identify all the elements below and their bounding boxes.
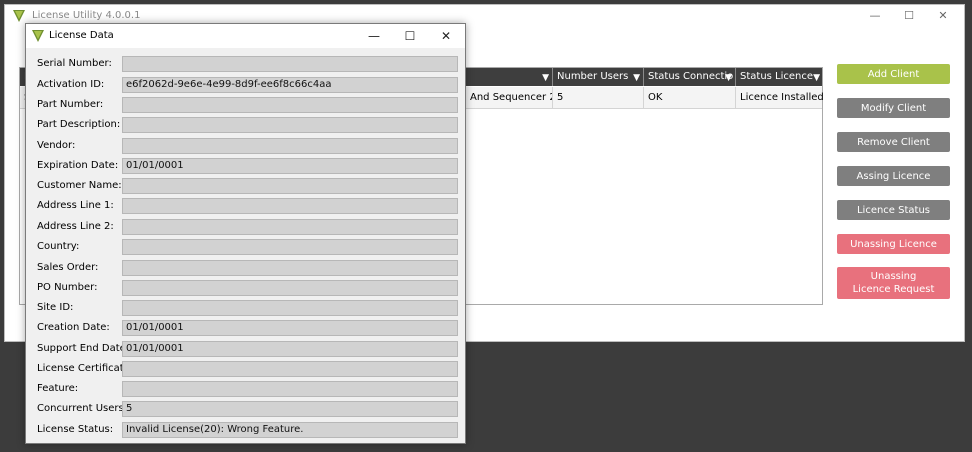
field-license-certificate[interactable] [122, 361, 458, 377]
maximize-icon: ☐ [404, 29, 416, 43]
field-customer-name[interactable] [122, 178, 458, 194]
field-concurrent-users[interactable]: 5 [122, 401, 458, 417]
row-cell-users: 5 [552, 87, 643, 108]
field-expiration-date[interactable]: 01/01/0001 [122, 158, 458, 174]
close-icon: ✕ [938, 8, 948, 22]
row-cell-licence: Licence Installed [735, 87, 823, 108]
minimize-button[interactable]: — [858, 5, 892, 25]
label-license-status: License Status: [37, 424, 114, 435]
unassign-licence-button[interactable]: Unassing Licence [837, 234, 950, 254]
window-title: License Utility 4.0.0.1 [32, 10, 141, 21]
label-serial-number: Serial Number: [37, 58, 112, 69]
field-po-number[interactable] [122, 280, 458, 296]
maximize-icon: ☐ [904, 8, 914, 22]
dialog-minimize-button[interactable]: — [356, 24, 392, 48]
remove-client-button[interactable]: Remove Client [837, 132, 950, 152]
field-address-line-1[interactable] [122, 198, 458, 214]
column-header-status-licence[interactable]: Status Licence ▼ [735, 68, 823, 86]
dialog-title: License Data [49, 30, 114, 41]
dialog-maximize-button[interactable]: ☐ [392, 24, 428, 48]
filter-icon[interactable]: ▼ [633, 69, 640, 86]
assign-licence-button[interactable]: Assing Licence [837, 166, 950, 186]
label-license-certificate: License Certificate: [37, 363, 134, 374]
close-button[interactable]: ✕ [926, 5, 960, 25]
field-feature[interactable] [122, 381, 458, 397]
field-vendor[interactable] [122, 138, 458, 154]
label-feature: Feature: [37, 383, 79, 394]
label-part-description: Part Description: [37, 119, 121, 130]
unassign-licence-request-button[interactable]: Unassing Licence Request [837, 267, 950, 299]
license-data-dialog: License Data — ☐ ✕ Serial Number: Activa… [25, 23, 466, 444]
label-support-end-date: Support End Date: [37, 343, 130, 354]
app-logo-icon [32, 30, 44, 42]
field-sales-order[interactable] [122, 260, 458, 276]
licence-status-button[interactable]: Licence Status [837, 200, 950, 220]
app-logo-icon [13, 10, 25, 22]
minimize-icon: — [368, 29, 380, 43]
row-cell-product: And Sequencer 20 [470, 92, 552, 103]
maximize-button[interactable]: ☐ [892, 5, 926, 25]
label-sales-order: Sales Order: [37, 262, 99, 273]
label-customer-name: Customer Name: [37, 180, 122, 191]
dialog-close-button[interactable]: ✕ [428, 24, 464, 48]
close-icon: ✕ [440, 29, 452, 43]
field-activation-id[interactable]: e6f2062d-9e6e-4e99-8d9f-ee6f8c66c4aa [122, 77, 458, 93]
label-address-line-2: Address Line 2: [37, 221, 114, 232]
label-expiration-date: Expiration Date: [37, 160, 119, 171]
minimize-icon: — [869, 8, 881, 22]
field-address-line-2[interactable] [122, 219, 458, 235]
dialog-titlebar[interactable]: License Data — ☐ ✕ [26, 24, 465, 48]
column-header-number-users[interactable]: Number Users ▼ [552, 68, 643, 86]
field-serial-number[interactable] [122, 56, 458, 72]
label-concurrent-users: Concurrent Users: [37, 403, 128, 414]
label-vendor: Vendor: [37, 140, 76, 151]
column-header-status-connection[interactable]: Status Connectio ▼ [643, 68, 735, 86]
field-part-number[interactable] [122, 97, 458, 113]
label-activation-id: Activation ID: [37, 79, 105, 90]
filter-icon[interactable]: ▼ [542, 69, 549, 86]
field-part-description[interactable] [122, 117, 458, 133]
field-support-end-date[interactable]: 01/01/0001 [122, 341, 458, 357]
label-country: Country: [37, 241, 80, 252]
label-address-line-1: Address Line 1: [37, 200, 114, 211]
field-creation-date[interactable]: 01/01/0001 [122, 320, 458, 336]
modify-client-button[interactable]: Modify Client [837, 98, 950, 118]
field-site-id[interactable] [122, 300, 458, 316]
field-license-status[interactable]: Invalid License(20): Wrong Feature. [122, 422, 458, 438]
label-creation-date: Creation Date: [37, 322, 110, 333]
column-header-product[interactable]: ▼ [470, 68, 552, 86]
label-part-number: Part Number: [37, 99, 104, 110]
filter-icon[interactable]: ▼ [813, 69, 820, 86]
label-po-number: PO Number: [37, 282, 98, 293]
field-country[interactable] [122, 239, 458, 255]
row-cell-connection: OK [643, 87, 735, 108]
filter-icon[interactable]: ▼ [725, 69, 732, 86]
label-site-id: Site ID: [37, 302, 74, 313]
add-client-button[interactable]: Add Client [837, 64, 950, 84]
